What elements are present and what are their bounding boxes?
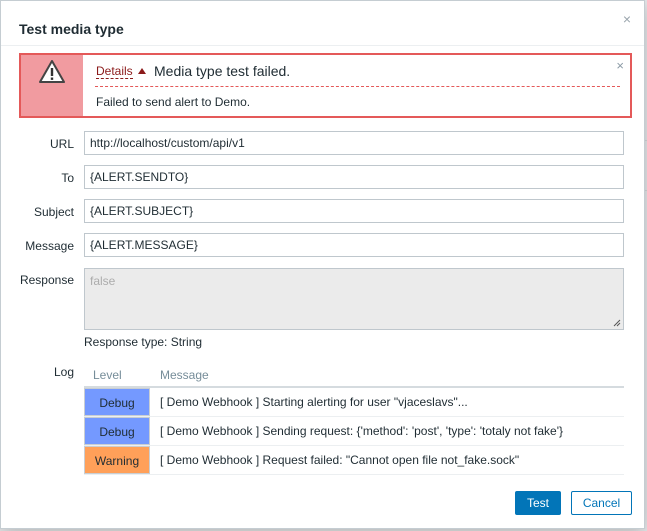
url-label: URL — [49, 137, 74, 151]
error-message-box: Details Media type test failed. Failed t… — [19, 53, 632, 118]
details-toggle-link[interactable]: Details — [96, 64, 133, 79]
log-message: [ Demo Webhook ] Sending request: {'meth… — [160, 424, 564, 438]
error-close-icon[interactable]: × — [616, 58, 624, 73]
log-row: Warning [ Demo Webhook ] Request failed:… — [84, 446, 624, 475]
response-type-text: Response type: String — [84, 335, 203, 349]
log-column-message: Message — [160, 368, 209, 382]
log-message: [ Demo Webhook ] Starting alerting for u… — [160, 395, 468, 409]
log-level-badge: Debug — [84, 388, 150, 416]
to-input[interactable] — [84, 165, 624, 189]
warning-icon — [39, 60, 65, 83]
test-button[interactable]: Test — [515, 491, 561, 515]
test-media-type-dialog: Test media type × Details Media type tes… — [0, 0, 645, 529]
log-row: Debug [ Demo Webhook ] Sending request: … — [84, 417, 624, 446]
subject-label: Subject — [33, 205, 74, 219]
cancel-button[interactable]: Cancel — [571, 491, 632, 515]
log-label: Log — [53, 365, 74, 379]
log-table-header: Level Message — [84, 363, 624, 388]
response-placeholder: false — [90, 274, 116, 288]
response-label: Response — [19, 273, 74, 287]
arrow-up-icon[interactable] — [137, 66, 147, 76]
message-input[interactable] — [84, 233, 624, 257]
url-input[interactable] — [84, 131, 624, 155]
error-detail: Failed to send alert to Demo. — [96, 95, 251, 109]
log-level-badge: Warning — [84, 446, 150, 474]
to-label: To — [61, 171, 74, 185]
log-level-badge: Debug — [84, 417, 150, 445]
log-column-level: Level — [93, 368, 122, 382]
error-summary: Media type test failed. — [154, 63, 291, 79]
log-row: Debug [ Demo Webhook ] Starting alerting… — [84, 388, 624, 417]
dialog-title: Test media type — [19, 21, 124, 37]
response-textarea[interactable]: false — [84, 268, 624, 330]
error-divider — [95, 86, 620, 87]
resize-handle-icon[interactable] — [613, 319, 621, 327]
subject-input[interactable] — [84, 199, 624, 223]
log-table: Level Message Debug [ Demo Webhook ] Sta… — [84, 363, 624, 475]
dialog-close-icon[interactable]: × — [620, 12, 634, 26]
message-label: Message — [25, 239, 74, 253]
error-icon-column — [21, 55, 83, 116]
log-message: [ Demo Webhook ] Request failed: "Cannot… — [160, 453, 520, 467]
dialog-header-divider — [1, 45, 644, 46]
